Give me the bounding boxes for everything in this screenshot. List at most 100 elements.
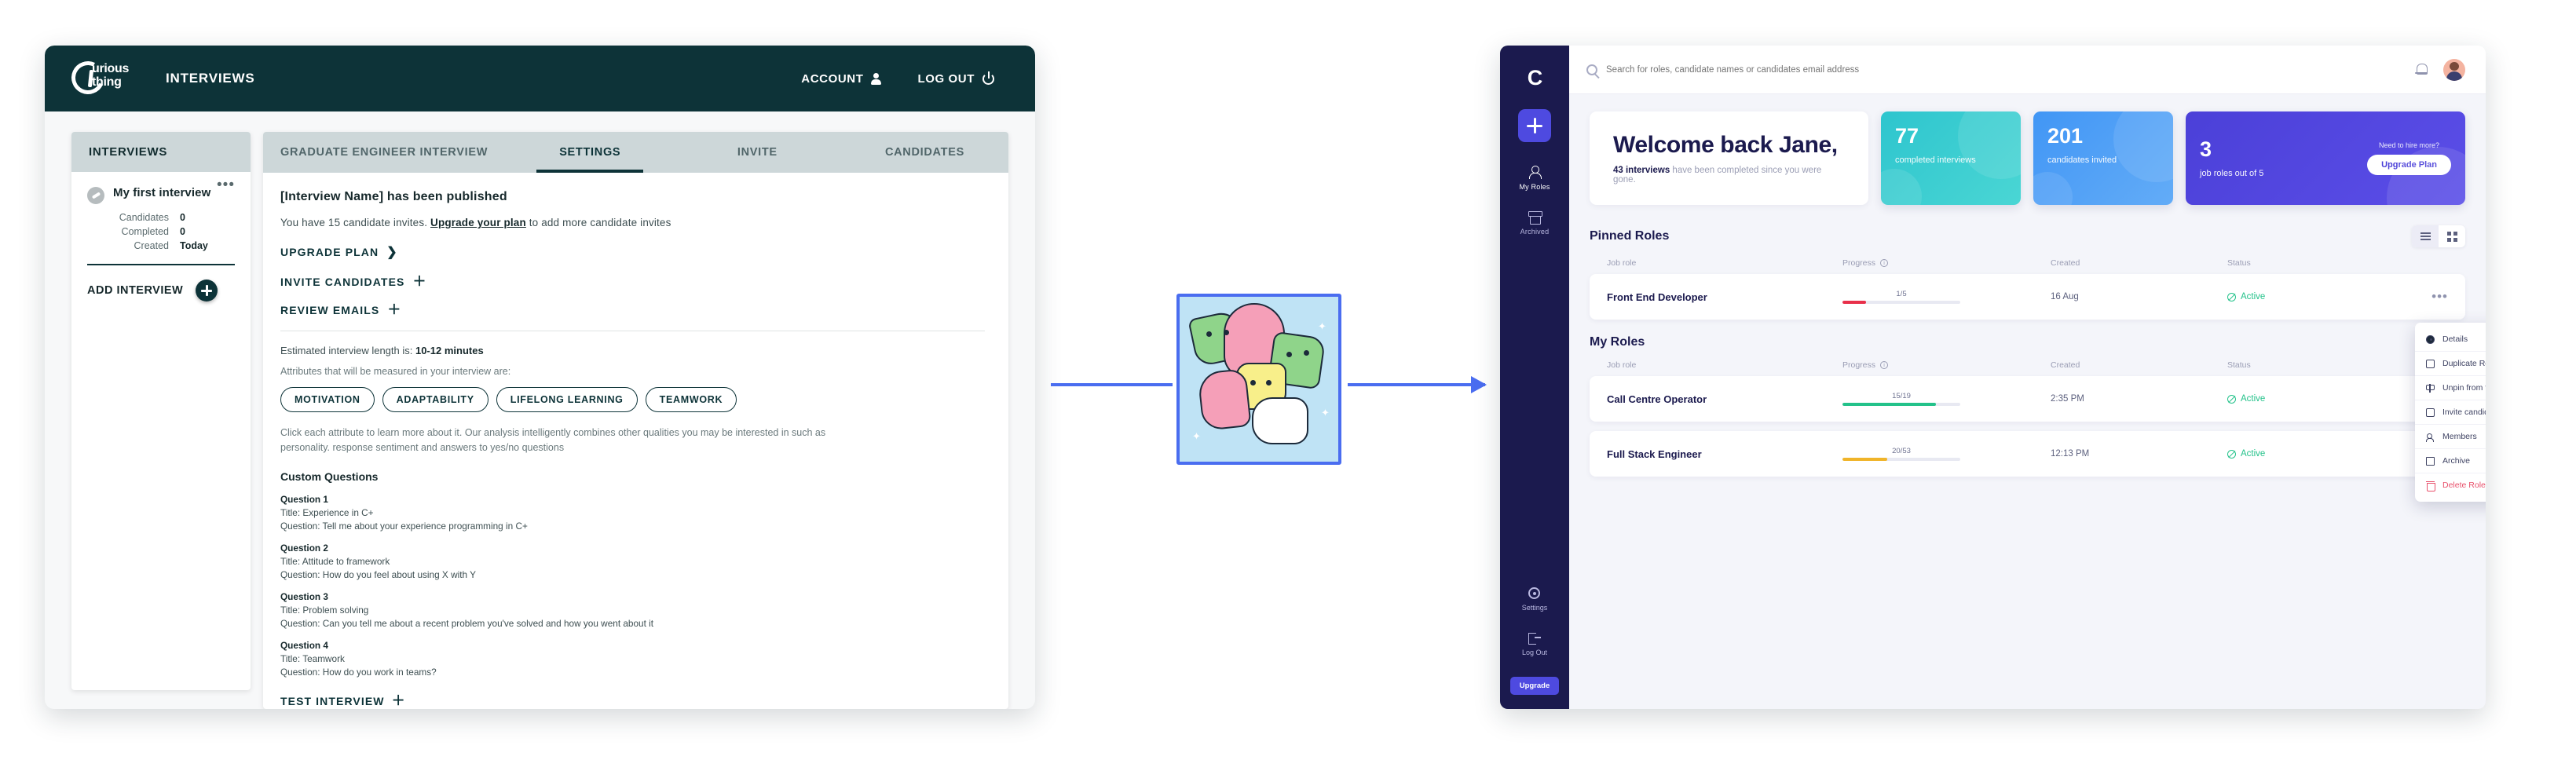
progress-cell: 1/5	[1842, 290, 2051, 304]
plus-circle-icon[interactable]	[196, 280, 218, 301]
add-interview-button[interactable]: ADD INTERVIEW	[71, 265, 251, 319]
power-icon	[982, 71, 994, 85]
menu-item-label: Duplicate Role	[2442, 359, 2486, 368]
menu-item-invite-candidates[interactable]: Invite candidates	[2415, 400, 2486, 425]
question-title: Title: Experience in C+	[280, 506, 374, 518]
eye-dot	[1304, 350, 1309, 356]
avatar[interactable]	[2443, 58, 2465, 81]
invite-candidates-button[interactable]: INVITE CANDIDATES ＋	[280, 274, 985, 289]
upgrade-plan-link[interactable]: Upgrade your plan	[430, 217, 526, 228]
blob-shape	[1252, 397, 1308, 444]
column-progress-label: Progress	[1842, 258, 1876, 268]
dashboard-topbar	[1569, 46, 2486, 94]
copy-icon	[2426, 359, 2435, 368]
search-input[interactable]	[1606, 64, 2415, 75]
menu-item-label: Delete Role	[2442, 481, 2486, 490]
illustration-thumbnail: ✦ ✦ ✦	[1176, 294, 1341, 465]
sidebar-item-archived[interactable]: Archived	[1520, 211, 1550, 236]
info-icon[interactable]: i	[1880, 361, 1889, 369]
search-icon	[1586, 64, 1597, 75]
grid-view-button[interactable]	[2439, 225, 2465, 247]
interview-more-icon[interactable]: •••	[217, 177, 235, 192]
menu-item-unpin[interactable]: Unpin from top of page	[2415, 376, 2486, 400]
screenshot-stage: urious thing INTERVIEWS ACCOUNT LOG OUT I…	[0, 0, 2576, 782]
menu-item-label: Details	[2442, 334, 2468, 344]
published-heading: [Interview Name] has been published	[280, 190, 507, 203]
tab-invite[interactable]: INVITE	[674, 132, 841, 173]
brand-line2: thing	[92, 75, 122, 89]
menu-item-label: Invite candidates	[2442, 407, 2486, 417]
logout-button[interactable]: LOG OUT	[917, 71, 994, 86]
attribute-chip-lifelong-learning[interactable]: LIFELONG LEARNING	[496, 387, 638, 412]
status-label: Active	[2241, 394, 2266, 404]
pinned-table-header: Job role Progress i Created Status	[1590, 247, 2465, 274]
test-interview-button[interactable]: TEST INTERVIEW ＋	[280, 694, 985, 707]
notifications-bell-icon[interactable]	[2415, 63, 2428, 76]
pinned-roles-header: Pinned Roles	[1590, 225, 2465, 247]
invites-suffix: to add more candidate invites	[525, 217, 671, 228]
question-title: Title: Problem solving	[280, 604, 369, 616]
sidebar-divider	[87, 264, 235, 265]
menu-item-delete-role[interactable]: Delete Role	[2415, 473, 2486, 497]
attribute-chip-adaptability[interactable]: ADAPTABILITY	[382, 387, 488, 412]
list-view-button[interactable]	[2412, 225, 2439, 247]
question-item: Question 3 Title: Problem solving Questi…	[280, 591, 985, 629]
sidebar-item-log-out[interactable]: Log Out	[1522, 632, 1547, 656]
sidebar-item-settings[interactable]: Settings	[1522, 587, 1547, 612]
dashboard-sidebar: C My Roles Archived Settings Log Out Upg…	[1500, 46, 1569, 709]
sidebar-item-my-roles[interactable]: My Roles	[1519, 166, 1550, 191]
row-more-icon[interactable]: •••	[2431, 290, 2448, 303]
invite-candidates-label: INVITE CANDIDATES	[280, 276, 405, 288]
attribute-chip-teamwork[interactable]: TEAMWORK	[645, 387, 737, 412]
table-row[interactable]: Front End Developer 1/5 16 Aug Active ••…	[1590, 274, 2486, 502]
logout-icon	[1528, 632, 1541, 645]
role-name: Full Stack Engineer	[1607, 448, 1702, 460]
dashboard-logo-icon: C	[1527, 66, 1542, 90]
menu-item-duplicate-role[interactable]: Duplicate Role	[2415, 352, 2486, 376]
table-row[interactable]: Call Centre Operator 15/19 2:35 PM Activ…	[1590, 376, 2465, 422]
tab-candidates[interactable]: CANDIDATES	[841, 132, 1008, 173]
review-emails-label: REVIEW EMAILS	[280, 304, 380, 316]
menu-item-details[interactable]: Details	[2415, 327, 2486, 352]
my-roles-table-header: Job role Progress i Created Status	[1590, 349, 2465, 376]
interview-length: Estimated interview length is: 10-12 min…	[280, 345, 985, 356]
blob-shape	[1197, 367, 1252, 432]
interview-list-item[interactable]: My first interview •••	[87, 177, 235, 204]
stat-number: 3	[2200, 137, 2212, 161]
length-value: 10-12 minutes	[415, 345, 484, 356]
review-emails-button[interactable]: REVIEW EMAILS ＋	[280, 303, 985, 316]
sparkle-icon: ✦	[1318, 320, 1326, 332]
account-button[interactable]: ACCOUNT	[801, 72, 882, 86]
add-role-button[interactable]	[1518, 109, 1551, 142]
progress-cell: 15/19	[1842, 392, 2051, 406]
attributes-note: Click each attribute to learn more about…	[280, 427, 826, 454]
menu-item-archive[interactable]: Archive	[2415, 449, 2486, 473]
menu-item-members[interactable]: Members	[2415, 425, 2486, 449]
table-row[interactable]: Full Stack Engineer 20/53 12:13 PM Activ…	[1590, 431, 2465, 477]
created-value: 2:35 PM	[2051, 394, 2084, 404]
info-icon[interactable]: i	[1880, 259, 1889, 267]
menu-item-label: Archive	[2442, 456, 2471, 466]
progress-fraction: 1/5	[1896, 290, 1907, 298]
interview-settings-panel: GRADUATE ENGINEER INTERVIEW SETTINGS INV…	[263, 132, 1008, 709]
nav-interviews[interactable]: INTERVIEWS	[166, 71, 254, 86]
attribute-chip-motivation[interactable]: MOTIVATION	[280, 387, 375, 412]
add-interview-label: ADD INTERVIEW	[87, 284, 184, 297]
brand-line1: urious	[92, 62, 130, 75]
tab-settings[interactable]: SETTINGS	[507, 132, 674, 173]
plus-icon: ＋	[412, 274, 427, 289]
column-progress: Progress i	[1842, 360, 2051, 370]
interviews-sidebar: INTERVIEWS My first interview ••• Candid…	[71, 132, 251, 690]
created-value: 16 Aug	[2051, 292, 2079, 301]
tab-graduate-engineer-interview[interactable]: GRADUATE ENGINEER INTERVIEW	[263, 132, 507, 173]
upgrade-hint: Need to hire more?	[2379, 141, 2440, 149]
welcome-subtitle: 43 interviews have been completed since …	[1613, 166, 1845, 185]
upgrade-button[interactable]: Upgrade	[1509, 677, 1560, 695]
progress-fraction: 15/19	[1892, 392, 1911, 400]
menu-item-label: Unpin from top of page	[2442, 383, 2486, 393]
status-icon	[2227, 394, 2236, 404]
upgrade-plan-button[interactable]: UPGRADE PLAN ❯	[280, 244, 985, 260]
eye-dot	[1250, 380, 1256, 386]
meta-label: Created	[134, 240, 169, 251]
eye-dot	[1206, 331, 1212, 337]
